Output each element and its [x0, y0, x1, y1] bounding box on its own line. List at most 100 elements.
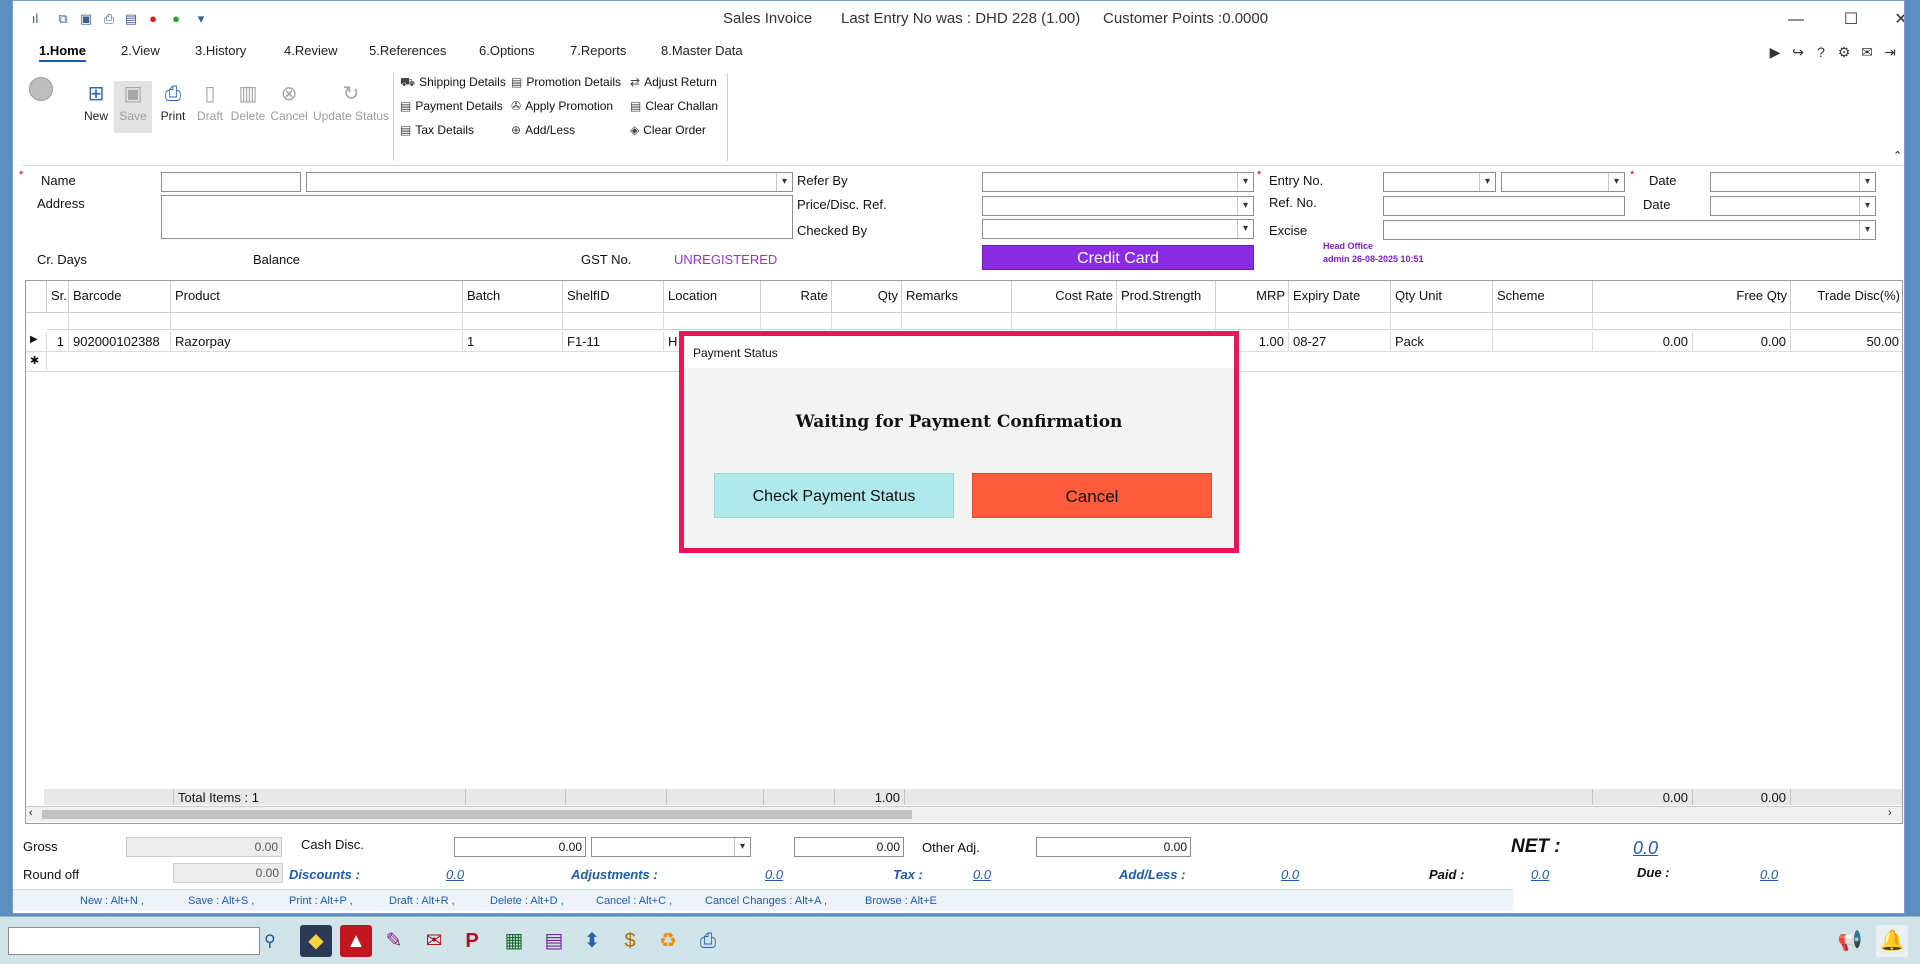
- excise-combo[interactable]: ▾: [1383, 220, 1876, 240]
- help-icon[interactable]: ?: [1812, 43, 1830, 61]
- filter-cell[interactable]: [832, 314, 902, 330]
- scroll-right-icon[interactable]: ›: [1888, 807, 1892, 819]
- update-status-button[interactable]: ↻ Update Status: [311, 81, 391, 123]
- chevron-down-icon[interactable]: ▾: [1608, 173, 1624, 191]
- checked-by-combo[interactable]: ▾: [982, 219, 1254, 239]
- filter-cell[interactable]: [1493, 314, 1593, 330]
- due-value[interactable]: 0.0: [1760, 867, 1778, 882]
- cell-qty-unit[interactable]: Pack: [1391, 332, 1493, 352]
- ref-no-input[interactable]: [1383, 196, 1625, 216]
- discounts-value[interactable]: 0.0: [446, 867, 464, 882]
- scroll-left-icon[interactable]: ‹: [29, 807, 33, 819]
- name-code-input[interactable]: [161, 172, 301, 192]
- taskbar-search-input[interactable]: [8, 927, 260, 955]
- tax-details-link[interactable]: ▤ Tax Details: [400, 123, 474, 137]
- tax-value[interactable]: 0.0: [973, 867, 991, 882]
- refresh-green-icon[interactable]: ●: [168, 11, 184, 27]
- app-icon-9[interactable]: $: [614, 925, 646, 957]
- print-icon[interactable]: ⎙: [101, 11, 117, 27]
- add-less-link[interactable]: ⊕ Add/Less: [511, 123, 575, 137]
- save-icon[interactable]: ▣: [78, 11, 94, 27]
- payment-details-link[interactable]: ▤ Payment Details: [400, 99, 503, 113]
- promotion-details-link[interactable]: ▤ Promotion Details: [511, 75, 621, 89]
- bell-icon[interactable]: 🔔: [1876, 925, 1908, 957]
- app-icon-4[interactable]: ✉: [418, 925, 450, 957]
- column-header-free-qty[interactable]: Free Qty: [1593, 281, 1791, 313]
- email-icon[interactable]: ✉: [1858, 43, 1876, 61]
- app-icon-8[interactable]: ⬍: [576, 925, 608, 957]
- refresh-red-icon[interactable]: ●: [145, 11, 161, 27]
- column-header-scheme[interactable]: Scheme: [1493, 281, 1593, 313]
- row-selector-arrow-icon[interactable]: ▶: [26, 332, 47, 352]
- column-header-rate[interactable]: Rate: [761, 281, 832, 313]
- print-button[interactable]: ⎙ Print: [155, 81, 191, 123]
- cancel-payment-button[interactable]: Cancel: [972, 473, 1212, 518]
- column-header-qty-unit[interactable]: Qty Unit: [1391, 281, 1493, 313]
- chevron-down-icon[interactable]: ▾: [1479, 173, 1495, 191]
- filter-cell[interactable]: [902, 314, 1012, 330]
- app-icon-2[interactable]: ▲: [340, 925, 372, 957]
- column-header-cost-rate[interactable]: Cost Rate: [1012, 281, 1117, 313]
- scrollbar-thumb[interactable]: [42, 810, 912, 819]
- shipping-details-link[interactable]: ⛟ Shipping Details: [400, 75, 506, 91]
- filter-cell[interactable]: [1289, 314, 1391, 330]
- address-input[interactable]: [161, 195, 793, 239]
- filter-cell[interactable]: [1012, 314, 1117, 330]
- announcement-icon[interactable]: 📢: [1834, 925, 1866, 957]
- chevron-down-icon[interactable]: ▾: [1859, 173, 1875, 191]
- chevron-down-icon[interactable]: ▾: [1859, 221, 1875, 239]
- column-header-location[interactable]: Location: [664, 281, 761, 313]
- new-button[interactable]: ⊞ New: [79, 81, 113, 123]
- horizontal-scrollbar[interactable]: ‹ ›: [26, 806, 1902, 822]
- cell-barcode[interactable]: 902000102388: [69, 332, 171, 352]
- tab-home[interactable]: 1.Home: [39, 43, 86, 62]
- refer-by-combo[interactable]: ▾: [982, 172, 1254, 192]
- delete-icon[interactable]: ▤: [123, 11, 139, 27]
- clock-icon[interactable]: [29, 77, 53, 101]
- filter-cell[interactable]: [1593, 314, 1791, 330]
- tab-review[interactable]: 4.Review: [284, 43, 337, 58]
- collapse-ribbon-icon[interactable]: ⌃: [1893, 149, 1902, 162]
- filter-cell[interactable]: [761, 314, 832, 330]
- chevron-down-icon[interactable]: ▾: [1237, 220, 1253, 238]
- cash-disc-amount-input[interactable]: 0.00: [794, 837, 904, 857]
- filter-cell[interactable]: [563, 314, 664, 330]
- paid-value[interactable]: 0.0: [1531, 867, 1549, 882]
- tab-history[interactable]: 3.History: [195, 43, 246, 58]
- video-icon[interactable]: ▶: [1766, 43, 1784, 61]
- minimize-button[interactable]: —: [1773, 7, 1819, 33]
- cell-scheme[interactable]: [1493, 332, 1593, 352]
- tab-master-data[interactable]: 8.Master Data: [661, 43, 743, 58]
- cell-free-qty[interactable]: 0.00: [1593, 332, 1693, 352]
- close-button[interactable]: ✕: [1878, 7, 1904, 33]
- cash-disc-type-combo[interactable]: ▾: [591, 837, 751, 857]
- search-icon[interactable]: ⚲: [264, 931, 276, 951]
- name-combo[interactable]: ▾: [306, 172, 793, 192]
- net-value[interactable]: 0.0: [1633, 838, 1658, 859]
- entry-no-prefix-combo[interactable]: ▾: [1383, 172, 1496, 192]
- tab-reports[interactable]: 7.Reports: [570, 43, 626, 58]
- exit-icon[interactable]: ⇥: [1881, 43, 1899, 61]
- maximize-button[interactable]: ☐: [1828, 7, 1874, 33]
- apply-promotion-link[interactable]: ✇ Apply Promotion: [511, 99, 613, 113]
- cash-disc-input[interactable]: 0.00: [454, 837, 586, 857]
- chevron-down-icon[interactable]: ▾: [1859, 197, 1875, 215]
- new-row-star-icon[interactable]: ✱: [26, 352, 47, 372]
- date-picker[interactable]: ▾: [1710, 172, 1876, 192]
- app-icon-3[interactable]: ✎: [378, 925, 410, 957]
- column-header-shelfid[interactable]: ShelfID: [563, 281, 664, 313]
- cell-expiry-date[interactable]: 08-27: [1289, 332, 1391, 352]
- app-icon-10[interactable]: ♻: [652, 925, 684, 957]
- delete-button[interactable]: ▥ Delete: [229, 81, 267, 123]
- cell-product[interactable]: Razorpay: [171, 332, 463, 352]
- tab-references[interactable]: 5.References: [369, 43, 446, 58]
- chevron-down-icon[interactable]: ▾: [776, 173, 792, 191]
- filter-cell[interactable]: [1791, 314, 1902, 330]
- filter-cell[interactable]: [1216, 314, 1289, 330]
- app-icon-11[interactable]: ⎙: [692, 925, 724, 957]
- cell-billing-rate[interactable]: 50.00: [1791, 332, 1902, 352]
- filter-cell[interactable]: [1391, 314, 1493, 330]
- add-less-value[interactable]: 0.0: [1281, 867, 1299, 882]
- cell-shelfid[interactable]: F1-11: [563, 332, 664, 352]
- new-window-icon[interactable]: ⧉: [55, 11, 71, 27]
